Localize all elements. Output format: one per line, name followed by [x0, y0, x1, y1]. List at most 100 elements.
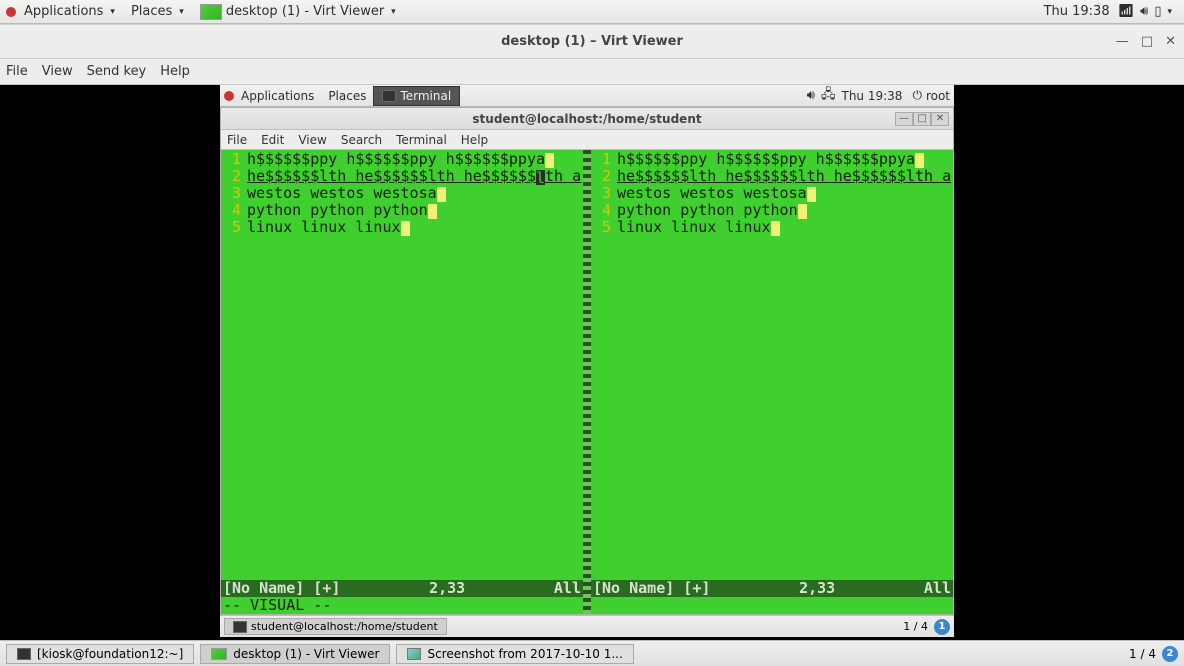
chevron-down-icon: ▾ [1167, 7, 1172, 17]
vim-cursor-pos: 2,33 [429, 580, 465, 597]
vim-statusbar-left: [No Name] [+] 2,33 All [221, 580, 583, 597]
power-icon[interactable]: ⏻ [912, 88, 922, 103]
term-menu-file[interactable]: File [227, 133, 247, 147]
network-icon[interactable]: 🖧︎ [821, 85, 836, 107]
vim-mode-line: -- VISUAL -- [221, 597, 583, 614]
window-thumbnail-icon [211, 648, 227, 660]
guest-taskbar-label: student@localhost:/home/student [251, 620, 438, 633]
guest-clock[interactable]: Thu 19:38 [842, 89, 903, 103]
menu-sendkey[interactable]: Send key [87, 64, 147, 79]
workspace-indicator[interactable]: 1 [934, 619, 950, 635]
guest-user[interactable]: root [926, 89, 950, 103]
guest-top-panel: Applications Places Terminal 🔊︎ 🖧︎ Thu 1… [220, 85, 954, 107]
minimize-button[interactable]: — [1116, 34, 1129, 49]
line-text: python python python [247, 201, 428, 219]
places-menu[interactable]: Places ▾ [123, 1, 192, 22]
line-text: linux linux linux [617, 218, 771, 236]
line-text: h$$$$$$ppy h$$$$$$ppy h$$$$$$ppya [247, 150, 545, 168]
eol-highlight [798, 204, 807, 219]
guest-bottom-panel: student@localhost:/home/student 1 / 4 1 [220, 615, 954, 637]
close-button[interactable]: ✕ [1165, 34, 1176, 49]
terminal-window: student@localhost:/home/student — □ ✕ Fi… [220, 107, 954, 615]
vim-statusbar-right: [No Name] [+] 2,33 All [591, 580, 953, 597]
wifi-icon[interactable]: 📶︎ [1118, 4, 1135, 19]
vim-buffer-name: [No Name] [+] [223, 580, 340, 597]
terminal-icon [17, 648, 31, 660]
minimize-button[interactable]: — [895, 112, 913, 126]
line-text: th a [545, 167, 581, 185]
cursor: l [536, 170, 545, 185]
chevron-down-icon: ▾ [391, 7, 396, 17]
vim-pane-right[interactable]: 1h$$$$$$ppy h$$$$$$ppy h$$$$$$ppya 2he$$… [591, 150, 953, 614]
menu-file[interactable]: File [6, 64, 28, 79]
line-text: linux linux linux [247, 218, 401, 236]
host-bottom-panel: [kiosk@foundation12:~] desktop (1) - Vir… [0, 640, 1184, 666]
virt-viewer-menubar: File View Send key Help [0, 59, 1184, 85]
taskbar-label: Screenshot from 2017-10-10 1... [427, 647, 622, 661]
workspace-label: 1 / 4 [1129, 647, 1156, 661]
term-menu-terminal[interactable]: Terminal [396, 133, 447, 147]
virt-viewer-window: desktop (1) – Virt Viewer — □ ✕ File Vie… [0, 24, 1184, 640]
term-menu-help[interactable]: Help [461, 133, 488, 147]
eol-highlight [545, 153, 554, 168]
term-menu-view[interactable]: View [298, 133, 326, 147]
line-text: he$$$$$$lth he$$$$$$lth he$$$$$$lth a [617, 167, 951, 185]
line-text: h$$$$$$ppy h$$$$$$ppy h$$$$$$ppya [617, 150, 915, 168]
maximize-button[interactable]: □ [1141, 34, 1153, 49]
fedora-icon [6, 7, 16, 17]
vim-vertical-split[interactable] [583, 150, 591, 614]
chevron-down-icon: ▾ [110, 7, 115, 17]
clock-label: Thu 19:38 [1044, 4, 1110, 19]
chevron-down-icon: ▾ [179, 7, 184, 17]
menu-view[interactable]: View [42, 64, 73, 79]
guest-active-task[interactable]: Terminal [373, 86, 460, 106]
applications-menu[interactable]: Applications ▾ [16, 1, 123, 22]
terminal-body[interactable]: 1h$$$$$$ppy h$$$$$$ppy h$$$$$$ppya 2he$$… [221, 150, 953, 614]
active-window-label: desktop (1) - Virt Viewer [226, 4, 384, 19]
line-text: westos westos westosa [617, 184, 807, 202]
workspace-indicator[interactable]: 2 [1162, 646, 1178, 662]
guest-active-task-label: Terminal [400, 89, 451, 103]
vim-mode-line-right [591, 597, 953, 614]
volume-icon[interactable]: 🔊︎ [807, 88, 815, 103]
guest-applications-menu[interactable]: Applications [234, 87, 321, 105]
term-menu-search[interactable]: Search [341, 133, 382, 147]
battery-icon[interactable]: ▯ [1154, 4, 1161, 19]
vim-pane-left[interactable]: 1h$$$$$$ppy h$$$$$$ppy h$$$$$$ppya 2he$$… [221, 150, 583, 614]
taskbar-item-kiosk[interactable]: [kiosk@foundation12:~] [6, 644, 194, 664]
taskbar-label: desktop (1) - Virt Viewer [233, 647, 379, 661]
clock[interactable]: Thu 19:38 [1036, 1, 1118, 22]
viewer-display-area[interactable]: Applications Places Terminal 🔊︎ 🖧︎ Thu 1… [0, 85, 1184, 640]
volume-icon[interactable]: 🔊︎ [1140, 4, 1148, 19]
eol-highlight [771, 221, 780, 236]
eol-highlight [807, 187, 816, 202]
terminal-titlebar[interactable]: student@localhost:/home/student — □ ✕ [221, 108, 953, 130]
vim-scroll-pct: All [554, 580, 581, 597]
workspace-label: 1 / 4 [903, 620, 928, 633]
vim-scroll-pct: All [924, 580, 951, 597]
guest-taskbar-item[interactable]: student@localhost:/home/student [224, 618, 447, 635]
terminal-icon [233, 621, 247, 633]
guest-desktop: Applications Places Terminal 🔊︎ 🖧︎ Thu 1… [220, 85, 954, 637]
virt-viewer-titlebar[interactable]: desktop (1) – Virt Viewer — □ ✕ [0, 25, 1184, 59]
guest-applications-label: Applications [241, 89, 314, 103]
taskbar-item-screenshot[interactable]: Screenshot from 2017-10-10 1... [396, 644, 633, 664]
eol-highlight [437, 187, 446, 202]
menu-help[interactable]: Help [160, 64, 190, 79]
close-button[interactable]: ✕ [931, 112, 949, 126]
line-text: python python python [617, 201, 798, 219]
active-window-menu[interactable]: desktop (1) - Virt Viewer ▾ [192, 1, 404, 23]
window-thumbnail-icon [200, 4, 222, 20]
vim-buffer-name: [No Name] [+] [593, 580, 710, 597]
virt-viewer-title: desktop (1) – Virt Viewer [0, 34, 1184, 49]
host-top-panel: Applications ▾ Places ▾ desktop (1) - Vi… [0, 0, 1184, 24]
taskbar-label: [kiosk@foundation12:~] [37, 647, 183, 661]
eol-highlight [428, 204, 437, 219]
maximize-button[interactable]: □ [913, 112, 931, 126]
terminal-title: student@localhost:/home/student [221, 112, 953, 126]
guest-places-menu[interactable]: Places [321, 87, 373, 105]
eol-highlight [915, 153, 924, 168]
places-menu-label: Places [131, 4, 172, 19]
term-menu-edit[interactable]: Edit [261, 133, 284, 147]
taskbar-item-virtviewer[interactable]: desktop (1) - Virt Viewer [200, 644, 390, 664]
